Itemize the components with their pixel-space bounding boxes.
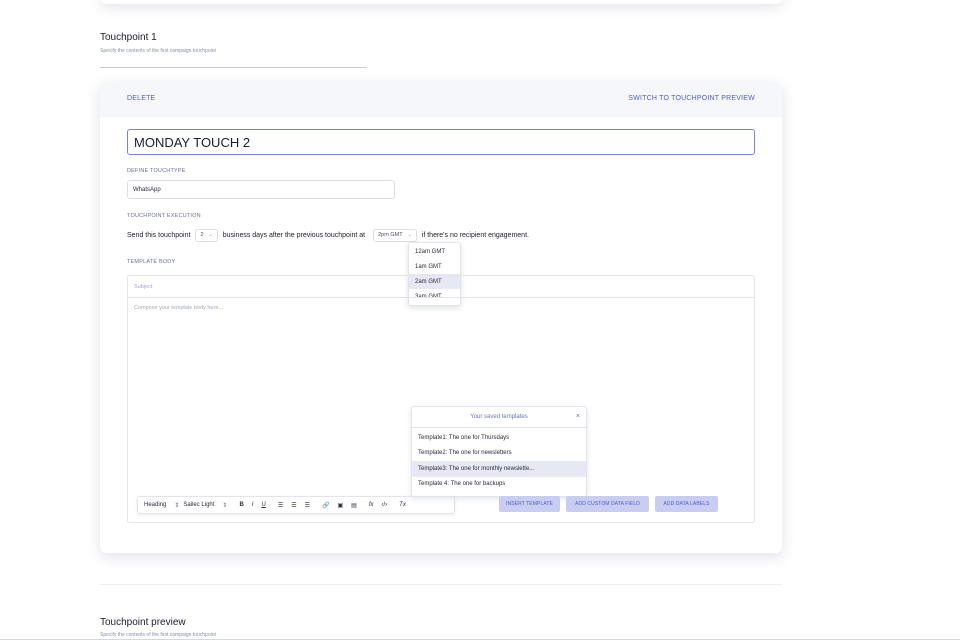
template-item-selected[interactable]: Template3: The one for monthly newslette… (412, 461, 586, 477)
template-item[interactable]: Template1: The one for Thursdays (412, 430, 586, 446)
preview-section-title: Touchpoint preview (100, 617, 186, 628)
touchtype-label: DEFINE TOUCHTYPE (127, 168, 186, 174)
time-option[interactable]: 1am GMT (409, 259, 460, 274)
clear-format-icon[interactable]: Tx (399, 502, 406, 508)
heading-select[interactable]: Heading (144, 502, 166, 508)
execution-text-middle: business days after the previous touchpo… (222, 231, 366, 239)
execution-text-after: if there's no recipient engagement. (421, 231, 529, 239)
link-icon[interactable]: 🔗 (322, 502, 329, 509)
template-editor: Subject Compose your template body here.… (127, 275, 755, 523)
sort-icon: ⇕ (222, 502, 228, 509)
days-select[interactable]: 2 ⌄ (195, 228, 218, 242)
touchpoint-name-input[interactable]: MONDAY TOUCH 2 (127, 129, 755, 155)
template-body-label: TEMPLATE BODY (127, 259, 176, 265)
align-icon[interactable]: ☰ (305, 502, 310, 509)
chevron-down-icon: ⌄ (407, 232, 412, 238)
execution-label: TOUCHPOINT EXECUTION (127, 213, 201, 219)
days-value: 2 (200, 232, 204, 238)
section-separator (100, 584, 782, 585)
section-title: Touchpoint 1 (100, 32, 157, 43)
underline-button[interactable]: U (261, 502, 265, 508)
time-value: 2pm GMT (378, 232, 403, 238)
card-header: DELETE SWITCH TO TOUCHPOINT PREVIEW (100, 82, 782, 117)
bulleted-list-icon[interactable]: ☰ (291, 502, 296, 509)
template-item[interactable]: Template2: The one for newsletters (412, 446, 586, 462)
insert-template-button[interactable]: INSERT TEMPLATE (499, 496, 560, 512)
delete-button[interactable]: DELETE (127, 95, 155, 102)
code-icon[interactable]: ‹/› (381, 502, 387, 508)
execution-text-before: Send this touchpoint (127, 231, 191, 239)
font-select[interactable]: Sailec Light (183, 502, 214, 508)
touchtype-select[interactable]: WhatsApp (127, 180, 395, 199)
previous-card-edge (100, 0, 782, 4)
page-bottom-border (0, 639, 960, 640)
body-textarea[interactable]: Compose your template body here... (134, 305, 223, 311)
execution-row: Send this touchpoint 2 ⌄ business days a… (127, 228, 529, 242)
italic-button[interactable]: I (252, 502, 254, 508)
add-custom-data-field-button[interactable]: ADD CUSTOM DATA FIELD (566, 496, 649, 512)
time-option[interactable]: 12am GMT (409, 244, 460, 259)
saved-templates-title: Your saved templates (470, 414, 528, 420)
section-subtitle: Specify the contents of the first campai… (100, 48, 216, 54)
bold-button[interactable]: B (239, 502, 243, 508)
close-icon[interactable]: × (576, 413, 580, 420)
sort-icon: ⇕ (174, 502, 180, 509)
time-select[interactable]: 2pm GMT ⌄ (373, 228, 417, 242)
touchpoint-card: DELETE SWITCH TO TOUCHPOINT PREVIEW MOND… (100, 82, 782, 553)
preview-section-subtitle: Specify the contents of the first campai… (100, 632, 216, 638)
image-icon[interactable]: ▣ (337, 502, 343, 509)
section-divider (100, 67, 367, 68)
add-data-labels-button[interactable]: ADD DATA LABELS (655, 496, 718, 512)
subject-input[interactable]: Subject (128, 276, 754, 298)
ordered-list-icon[interactable]: ☰ (278, 502, 283, 509)
formula-icon[interactable]: fx (369, 502, 374, 508)
editor-toolbar: Heading ⇕ Sailec Light ⇕ B I U ☰ ☰ ☰ 🔗 ▣… (137, 496, 455, 514)
saved-templates-header: Your saved templates × (412, 407, 586, 428)
video-icon[interactable]: ▤ (351, 502, 357, 509)
template-item[interactable]: Template 4: The one for backups (412, 477, 586, 493)
switch-to-preview-button[interactable]: SWITCH TO TOUCHPOINT PREVIEW (628, 95, 755, 102)
saved-templates-popup: Your saved templates × Template1: The on… (411, 406, 587, 497)
chevron-down-icon: ⌄ (208, 232, 213, 238)
